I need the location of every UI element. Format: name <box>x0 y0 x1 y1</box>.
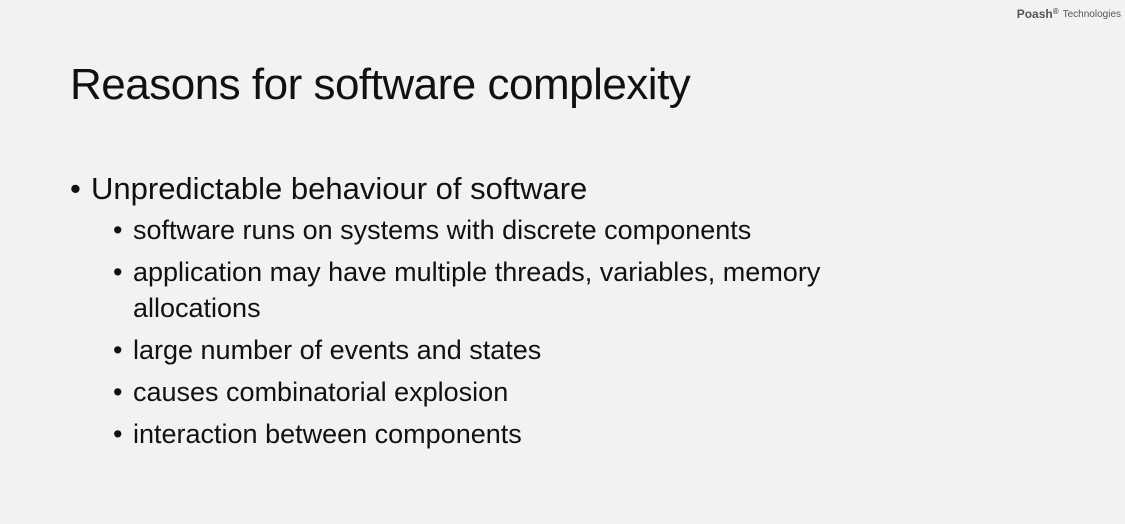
bullet-dot-icon: • <box>70 171 81 206</box>
brand-subtitle: Technologies <box>1062 9 1121 20</box>
sub-bullet-text: application may have multiple threads, v… <box>133 257 821 323</box>
sub-bullet-list: • software runs on systems with discrete… <box>113 212 1050 452</box>
slide-title: Reasons for software complexity <box>70 60 691 109</box>
bullet-dot-icon: • <box>113 215 123 245</box>
sub-bullet-item: • large number of events and states <box>113 332 1050 368</box>
sub-bullet-text: large number of events and states <box>133 335 542 365</box>
sub-bullet-item: • causes combinatorial explosion <box>113 374 1050 410</box>
bullet-list: • Unpredictable behaviour of software • … <box>70 168 1050 458</box>
brand-name: Poash® <box>1016 7 1059 21</box>
bullet-dot-icon: • <box>113 419 123 449</box>
slide: Poash® Technologies Reasons for software… <box>0 0 1125 524</box>
sub-bullet-text: causes combinatorial explosion <box>133 377 509 407</box>
bullet-item-main: • Unpredictable behaviour of software • … <box>70 168 1050 452</box>
brand-registered-mark: ® <box>1052 7 1059 16</box>
sub-bullet-item: • software runs on systems with discrete… <box>113 212 1050 248</box>
bullet-text: Unpredictable behaviour of software <box>91 171 588 206</box>
sub-bullet-text: interaction between components <box>133 419 522 449</box>
sub-bullet-text: software runs on systems with discrete c… <box>133 215 752 245</box>
sub-bullet-item: • application may have multiple threads,… <box>113 254 1050 326</box>
bullet-dot-icon: • <box>113 335 123 365</box>
bullet-dot-icon: • <box>113 257 123 287</box>
sub-bullet-item: • interaction between components <box>113 416 1050 452</box>
brand-logo: Poash® Technologies <box>1017 7 1121 21</box>
bullet-dot-icon: • <box>113 377 123 407</box>
